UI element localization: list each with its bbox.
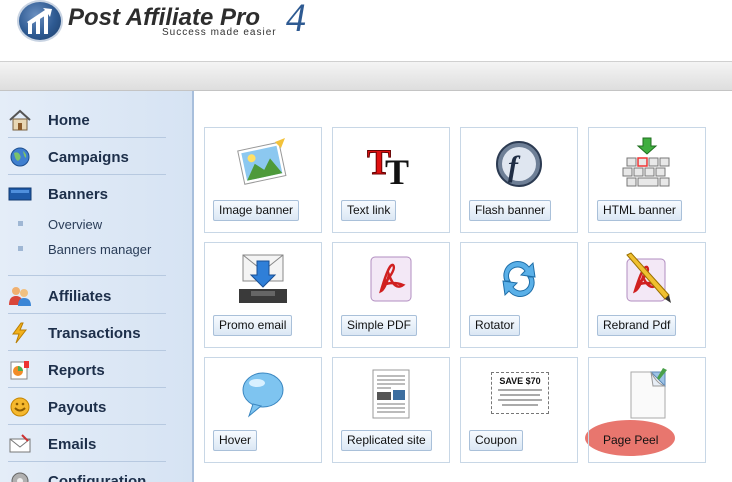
sidebar-item-affiliates[interactable]: Affiliates — [8, 277, 166, 314]
sidebar-item-label: Affiliates — [48, 288, 112, 305]
sidebar-subitem-label: Banners manager — [48, 242, 152, 257]
banner-type-replicated-site[interactable]: Replicated site — [332, 357, 450, 463]
pdf-pencil-icon — [626, 252, 671, 303]
sidebar-item-reports[interactable]: Reports — [8, 351, 166, 388]
banner-type-page-peel[interactable]: Page Peel — [588, 357, 706, 463]
sidebar-item-label: Campaigns — [48, 149, 129, 166]
reports-icon — [10, 361, 29, 380]
sidebar-item-label: Banners — [48, 186, 109, 203]
coin-icon — [10, 397, 30, 417]
sidebar-item-emails[interactable]: Emails — [8, 425, 166, 462]
banner-type-rebrand-pdf[interactable]: Rebrand Pdf — [588, 242, 706, 348]
banner-type-button[interactable]: Flash banner — [469, 200, 552, 221]
coupon-headline: SAVE $70 — [499, 376, 541, 386]
banner-type-button[interactable]: Text link — [341, 200, 397, 221]
envelope-icon — [9, 434, 31, 453]
page-peel-icon — [630, 368, 667, 419]
sidebar-item-home[interactable]: Home — [8, 101, 166, 138]
logo-icon — [17, 0, 63, 42]
banner-type-image-banner[interactable]: Image banner — [204, 127, 322, 233]
flash-icon: f — [496, 141, 542, 187]
banner-type-button[interactable]: Page Peel — [597, 430, 664, 451]
banner-type-button[interactable]: Rebrand Pdf — [597, 315, 677, 336]
email-download-icon — [239, 254, 287, 303]
banner-type-button[interactable]: Rotator — [469, 315, 521, 336]
sidebar-item-transactions[interactable]: Transactions — [8, 314, 166, 351]
rotate-arrows-icon — [502, 261, 536, 297]
bullet-icon — [18, 246, 23, 251]
svg-text:T: T — [385, 152, 409, 192]
sidebar-item-banners[interactable]: Banners — [8, 175, 166, 212]
sidebar-subitem-label: Overview — [48, 217, 103, 232]
banner-type-button[interactable]: Hover — [213, 430, 258, 451]
app-header: Post Affiliate Pro 4 Success made easier — [0, 0, 732, 60]
banner-type-promo-email[interactable]: Promo email — [204, 242, 322, 348]
banner-types-panel: Image banner T T Text link f Flash banne… — [196, 91, 732, 482]
banner-type-flash-banner[interactable]: f Flash banner — [460, 127, 578, 233]
sidebar-item-label: Configuration — [48, 473, 147, 482]
text-tt-icon: T T — [367, 142, 410, 193]
house-icon — [9, 109, 31, 131]
banner-type-hover[interactable]: Hover — [204, 357, 322, 463]
sidebar-subitem-banners-manager[interactable]: Banners manager — [8, 237, 166, 276]
app-version: 4 — [286, 0, 306, 40]
sidebar-item-campaigns[interactable]: Campaigns — [8, 138, 166, 175]
bullet-icon — [18, 221, 23, 226]
banner-type-button[interactable]: Promo email — [213, 315, 293, 336]
sidebar-item-label: Reports — [48, 362, 105, 379]
sidebar-item-configuration[interactable]: Configuration — [8, 462, 166, 482]
lightning-icon — [12, 322, 28, 344]
globe-icon — [10, 147, 30, 167]
sidebar-item-payouts[interactable]: Payouts — [8, 388, 166, 425]
banner-type-text-link[interactable]: T T Text link — [332, 127, 450, 233]
sidebar-subitem-overview[interactable]: Overview — [8, 212, 166, 237]
users-icon — [9, 287, 31, 306]
banner-type-html-banner[interactable]: HTML banner — [588, 127, 706, 233]
banner-type-button[interactable]: Replicated site — [341, 430, 432, 451]
document-page-icon — [372, 369, 410, 419]
image-picture-icon — [237, 138, 287, 185]
sidebar-item-label: Payouts — [48, 399, 107, 416]
html-keyboard-icon — [622, 137, 670, 187]
banner-type-button[interactable]: Coupon — [469, 430, 524, 451]
sidebar-item-label: Home — [48, 112, 90, 129]
banner-type-button[interactable]: Image banner — [213, 200, 300, 221]
banner-type-button[interactable]: Simple PDF — [341, 315, 418, 336]
banner-type-rotator[interactable]: Rotator — [460, 242, 578, 348]
sidebar: Home Campaigns Banners Overview Banners … — [0, 91, 194, 482]
sidebar-item-label: Transactions — [48, 325, 141, 342]
speech-bubble-icon — [242, 372, 284, 418]
banner-type-simple-pdf[interactable]: Simple PDF — [332, 242, 450, 348]
coupon-icon: SAVE $70 — [491, 372, 549, 414]
banner-icon — [8, 187, 32, 201]
top-toolbar — [0, 61, 732, 91]
app-tagline: Success made easier — [162, 27, 277, 38]
banner-type-coupon[interactable]: SAVE $70 Coupon — [460, 357, 578, 463]
banner-type-button[interactable]: HTML banner — [597, 200, 682, 221]
pdf-icon — [370, 256, 412, 302]
sidebar-item-label: Emails — [48, 436, 97, 453]
gear-icon — [11, 472, 29, 482]
